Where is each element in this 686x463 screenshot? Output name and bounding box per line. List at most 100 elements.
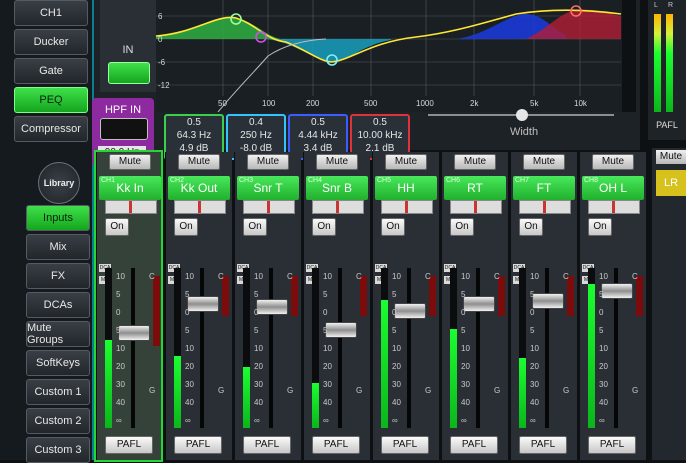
tab-gate[interactable]: Gate bbox=[14, 58, 88, 84]
fader-cap[interactable] bbox=[256, 299, 288, 315]
pafl-button[interactable]: PAFL bbox=[588, 436, 636, 454]
level-meter-fill bbox=[105, 340, 112, 428]
pan-control[interactable] bbox=[105, 200, 157, 214]
fader-track[interactable] bbox=[200, 268, 204, 428]
nav-fx[interactable]: FX bbox=[26, 263, 90, 289]
on-button[interactable]: On bbox=[519, 218, 543, 236]
eq-in-button[interactable] bbox=[108, 62, 150, 84]
fader-track[interactable] bbox=[338, 268, 342, 428]
channel-name-button[interactable]: CH3 Snr T bbox=[237, 176, 299, 200]
channel-name-button[interactable]: CH5 HH bbox=[375, 176, 437, 200]
pan-control[interactable] bbox=[312, 200, 364, 214]
on-button[interactable]: On bbox=[312, 218, 336, 236]
nav-dcas[interactable]: DCAs bbox=[26, 292, 90, 318]
fader-track[interactable] bbox=[269, 268, 273, 428]
fader-scale-label: 40 bbox=[530, 398, 539, 407]
pafl-button[interactable]: PAFL bbox=[381, 436, 429, 454]
fader-cap[interactable] bbox=[325, 322, 357, 338]
mute-button[interactable]: Mute bbox=[109, 154, 151, 170]
comp-c-label: C bbox=[563, 272, 569, 281]
fader-scale-label: ∞ bbox=[530, 416, 536, 425]
comp-c-label: C bbox=[632, 272, 638, 281]
channel-name-button[interactable]: CH4 Snr B bbox=[306, 176, 368, 200]
mute-button[interactable]: Mute bbox=[385, 154, 427, 170]
on-button[interactable]: On bbox=[588, 218, 612, 236]
fader-scale-label: 0 bbox=[599, 308, 604, 317]
pan-control[interactable] bbox=[519, 200, 571, 214]
nav-mute-groups[interactable]: Mute Groups bbox=[26, 321, 90, 347]
fader-cap[interactable] bbox=[187, 296, 219, 312]
fader-scale-label: 20 bbox=[530, 362, 539, 371]
nav-custom-1[interactable]: Custom 1 bbox=[26, 379, 90, 405]
level-meter bbox=[381, 268, 388, 428]
nav-custom-2[interactable]: Custom 2 bbox=[26, 408, 90, 434]
pan-control[interactable] bbox=[450, 200, 502, 214]
tab-compressor[interactable]: Compressor bbox=[14, 116, 88, 142]
fader-cap[interactable] bbox=[601, 283, 633, 299]
nav-mix[interactable]: Mix bbox=[26, 234, 90, 260]
mute-button[interactable]: Mute bbox=[178, 154, 220, 170]
band4-q: 0.5 bbox=[373, 117, 387, 128]
pan-control[interactable] bbox=[243, 200, 295, 214]
fader-cap[interactable] bbox=[463, 296, 495, 312]
mute-button[interactable]: Mute bbox=[592, 154, 634, 170]
band2-q: 0.4 bbox=[249, 117, 263, 128]
library-button[interactable]: Library bbox=[38, 162, 80, 204]
on-button[interactable]: On bbox=[381, 218, 405, 236]
fader-scale-label: 20 bbox=[461, 362, 470, 371]
on-button[interactable]: On bbox=[243, 218, 267, 236]
level-meter-fill bbox=[519, 358, 526, 428]
right-master-meter: L R PAFL bbox=[648, 0, 686, 140]
fader-track[interactable] bbox=[131, 268, 135, 428]
x-tick: 1000 bbox=[416, 99, 434, 108]
on-button[interactable]: On bbox=[105, 218, 129, 236]
nav-inputs[interactable]: Inputs bbox=[26, 205, 90, 231]
channel-name-button[interactable]: CH2 Kk Out bbox=[168, 176, 230, 200]
level-meter-fill bbox=[381, 300, 388, 428]
fader-track[interactable] bbox=[407, 268, 411, 428]
pan-control[interactable] bbox=[174, 200, 226, 214]
channel-name-button[interactable]: CH6 RT bbox=[444, 176, 506, 200]
fader-scale-label: 5 bbox=[530, 290, 535, 299]
comp-c-label: C bbox=[149, 272, 155, 281]
fader-scale-label: 5 bbox=[599, 326, 604, 335]
fader-cap[interactable] bbox=[532, 293, 564, 309]
tab-ch1[interactable]: CH1 bbox=[14, 0, 88, 26]
fader-track[interactable] bbox=[476, 268, 480, 428]
pafl-button[interactable]: PAFL bbox=[243, 436, 291, 454]
channel-strip-6: Mute CH6 RT On DCA MG C G PAFL 105051020… bbox=[441, 152, 508, 460]
pan-control[interactable] bbox=[588, 200, 640, 214]
width-slider-handle[interactable] bbox=[516, 109, 528, 121]
on-button[interactable]: On bbox=[174, 218, 198, 236]
nav-softkeys[interactable]: SoftKeys bbox=[26, 350, 90, 376]
tab-ducker[interactable]: Ducker bbox=[14, 29, 88, 55]
tab-peq[interactable]: PEQ bbox=[14, 87, 88, 113]
mute-button[interactable]: Mute bbox=[523, 154, 565, 170]
mute-button[interactable]: Mute bbox=[316, 154, 358, 170]
gain-reduction-meter bbox=[498, 276, 505, 316]
pafl-button[interactable]: PAFL bbox=[105, 436, 153, 454]
pafl-button[interactable]: PAFL bbox=[450, 436, 498, 454]
lr-name[interactable]: LR bbox=[656, 170, 686, 196]
fader-scale-label: 10 bbox=[530, 272, 539, 281]
comp-c-label: C bbox=[494, 272, 500, 281]
fader-track[interactable] bbox=[545, 268, 549, 428]
channel-name-button[interactable]: CH8 OH L bbox=[582, 176, 644, 200]
pafl-button[interactable]: PAFL bbox=[312, 436, 360, 454]
pan-marker bbox=[267, 201, 270, 213]
eq-graph[interactable]: 6 0 -6 -12 50 100 200 500 1000 2k 5k 10k bbox=[156, 0, 636, 112]
fader-cap[interactable] bbox=[118, 325, 150, 341]
mute-button[interactable]: Mute bbox=[454, 154, 496, 170]
pafl-button[interactable]: PAFL bbox=[519, 436, 567, 454]
gate-g-label: G bbox=[149, 386, 156, 395]
pan-control[interactable] bbox=[381, 200, 433, 214]
nav-custom-3[interactable]: Custom 3 bbox=[26, 437, 90, 463]
fader-cap[interactable] bbox=[394, 303, 426, 319]
lr-mute-button[interactable]: Mute bbox=[656, 150, 686, 164]
hpf-in-toggle[interactable] bbox=[100, 118, 148, 140]
pafl-button[interactable]: PAFL bbox=[174, 436, 222, 454]
channel-name-button[interactable]: CH1 Kk In bbox=[99, 176, 161, 200]
on-button[interactable]: On bbox=[450, 218, 474, 236]
mute-button[interactable]: Mute bbox=[247, 154, 289, 170]
channel-name-button[interactable]: CH7 FT bbox=[513, 176, 575, 200]
